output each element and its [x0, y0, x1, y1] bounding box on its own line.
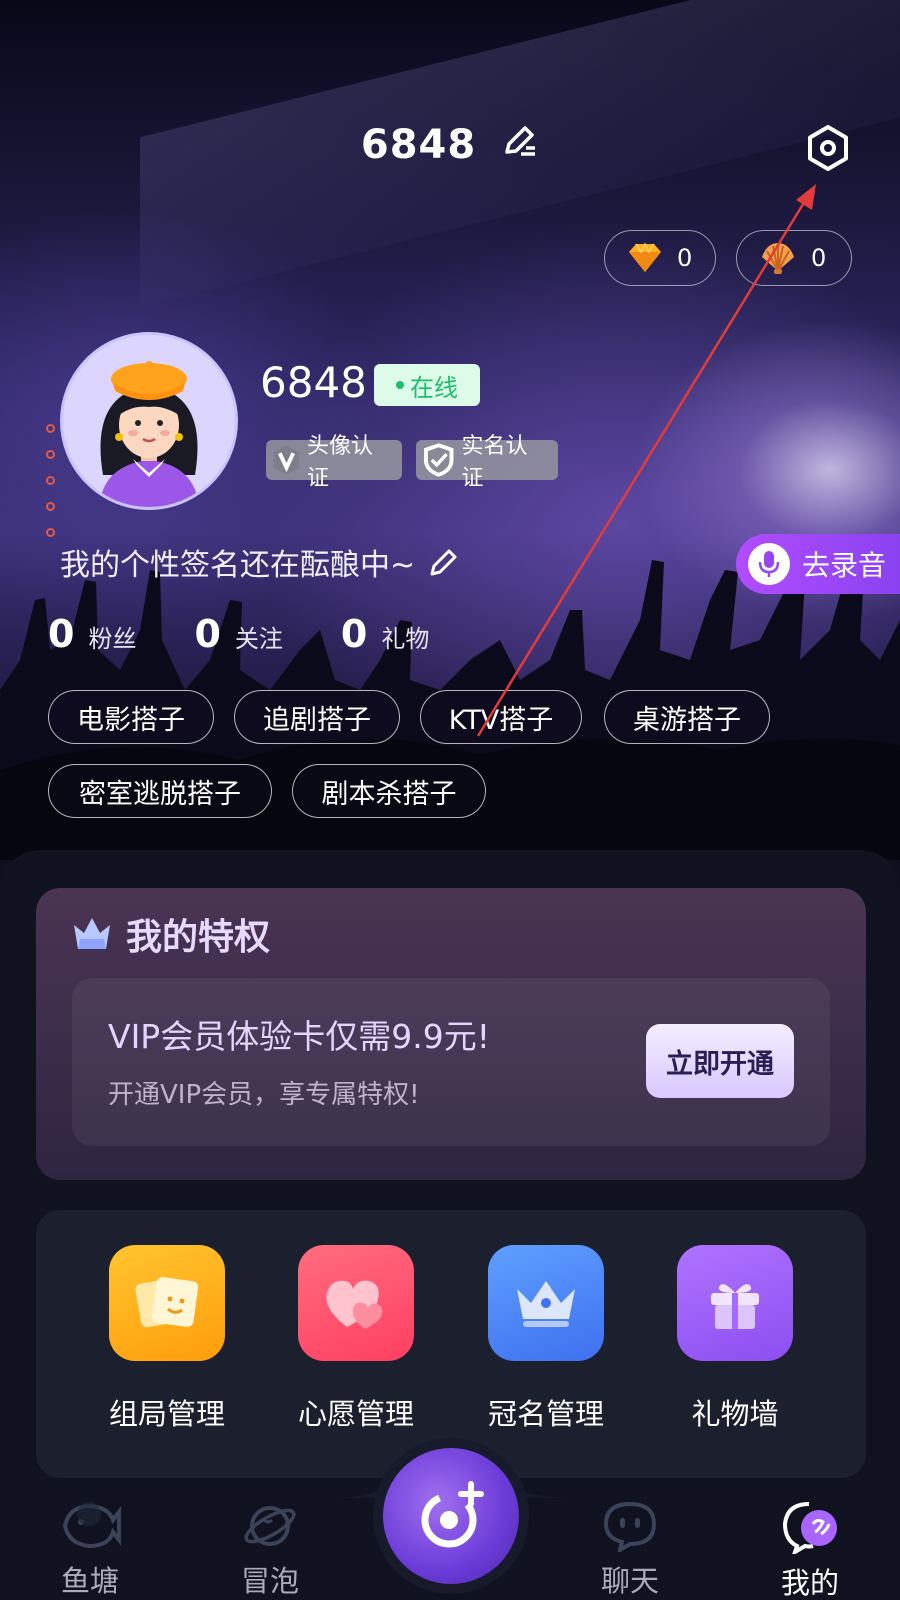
realname-verification-label: 实名认证: [461, 434, 528, 491]
nav-label: 冒泡: [240, 1564, 299, 1598]
stat-following[interactable]: 0 关注: [194, 612, 282, 656]
microphone-icon: [748, 543, 790, 585]
edit-signature-icon[interactable]: [427, 545, 461, 579]
online-dot-icon: [396, 381, 404, 389]
profile-stats: 0 粉丝 0 关注 0 礼物: [48, 612, 487, 656]
planet-icon: [244, 1506, 296, 1546]
tool-party-management[interactable]: 组局管理: [87, 1245, 247, 1433]
interest-tag[interactable]: 追剧搭子: [234, 690, 400, 744]
stat-value: 0: [194, 612, 221, 656]
avatar-verification-label: 头像认证: [306, 434, 373, 491]
signature[interactable]: 我的个性签名还在酝酿中~: [60, 540, 461, 584]
stat-gifts[interactable]: 0 礼物: [341, 612, 429, 656]
decorative-dots: [46, 424, 55, 554]
me-icon: [782, 1502, 837, 1557]
stat-value: 0: [340, 612, 368, 656]
nav-item-chat[interactable]: 聊天: [570, 1500, 690, 1600]
realname-verification-badge[interactable]: 实名认证: [416, 434, 558, 491]
interest-tag[interactable]: 桌游搭子: [604, 690, 770, 744]
settings-icon[interactable]: [804, 124, 852, 172]
check-shield-icon: [423, 443, 454, 477]
diamond-icon: [629, 242, 661, 272]
stat-label: 礼物: [381, 625, 430, 653]
online-status-badge: 在线: [374, 364, 480, 406]
record-voice-label: 去录音: [802, 549, 887, 582]
tool-wish-management[interactable]: 心愿管理: [276, 1245, 436, 1433]
camera-plus-icon: [421, 1481, 484, 1548]
tool-label: 冠名管理: [487, 1397, 604, 1431]
interest-tag[interactable]: 电影搭子: [48, 690, 214, 744]
activate-vip-button[interactable]: 立即开通: [646, 1024, 794, 1098]
stat-value: 0: [48, 612, 75, 656]
party-card-icon: [109, 1245, 225, 1361]
v-shield-icon: [273, 445, 300, 475]
interest-tag[interactable]: 剧本杀搭子: [292, 764, 486, 818]
diamond-count: 0: [677, 244, 693, 272]
interest-tag[interactable]: 密室逃脱搭子: [48, 764, 272, 818]
stat-label: 关注: [234, 625, 283, 653]
stat-label: 粉丝: [88, 625, 137, 653]
signature-text: 我的个性签名还在酝酿中~: [60, 548, 416, 583]
vip-offer-subtitle: 开通VIP会员，享专属特权!: [108, 1080, 420, 1110]
nav-item-pond[interactable]: 鱼塘: [30, 1500, 150, 1600]
nav-label: 聊天: [600, 1564, 659, 1598]
heart-icon: [298, 1245, 414, 1361]
shell-icon: [762, 243, 794, 274]
fish-icon: [62, 1502, 121, 1549]
create-post-button[interactable]: [383, 1448, 519, 1584]
privilege-title: 我的特权: [126, 917, 271, 958]
avatar[interactable]: [60, 332, 238, 510]
tool-label: 心愿管理: [297, 1397, 414, 1431]
tool-gift-wall[interactable]: 礼物墙: [655, 1245, 815, 1433]
page-title: 6848: [0, 122, 900, 172]
tool-label: 组局管理: [108, 1397, 225, 1431]
nav-item-me[interactable]: 我的: [750, 1500, 870, 1600]
page-title-text: 6848: [360, 122, 477, 168]
online-status-text: 在线: [410, 373, 458, 402]
tool-label: 礼物墙: [691, 1397, 779, 1431]
stat-fans[interactable]: 0 粉丝: [48, 612, 136, 656]
nav-label: 鱼塘: [60, 1564, 119, 1598]
chat-icon: [603, 1501, 657, 1555]
crown-badge-icon: [74, 918, 110, 949]
nav-label: 我的: [780, 1566, 839, 1600]
username: 6848: [260, 358, 367, 407]
record-voice-button[interactable]: 去录音: [736, 534, 900, 594]
vip-offer-title: VIP会员体验卡仅需9.9元!: [108, 1017, 490, 1056]
shell-balance[interactable]: 0: [736, 230, 852, 286]
crown-icon: [488, 1245, 604, 1361]
avatar-verification-badge[interactable]: 头像认证: [266, 434, 402, 491]
edit-name-icon[interactable]: [499, 122, 539, 172]
privilege-header: 我的特权: [72, 908, 270, 960]
diamond-balance[interactable]: 0: [604, 230, 716, 286]
shell-count: 0: [811, 244, 827, 272]
gift-icon: [677, 1245, 793, 1361]
tool-naming-management[interactable]: 冠名管理: [466, 1245, 626, 1433]
nav-item-bubble[interactable]: 冒泡: [210, 1500, 330, 1600]
interest-tag[interactable]: KTV搭子: [420, 690, 582, 744]
